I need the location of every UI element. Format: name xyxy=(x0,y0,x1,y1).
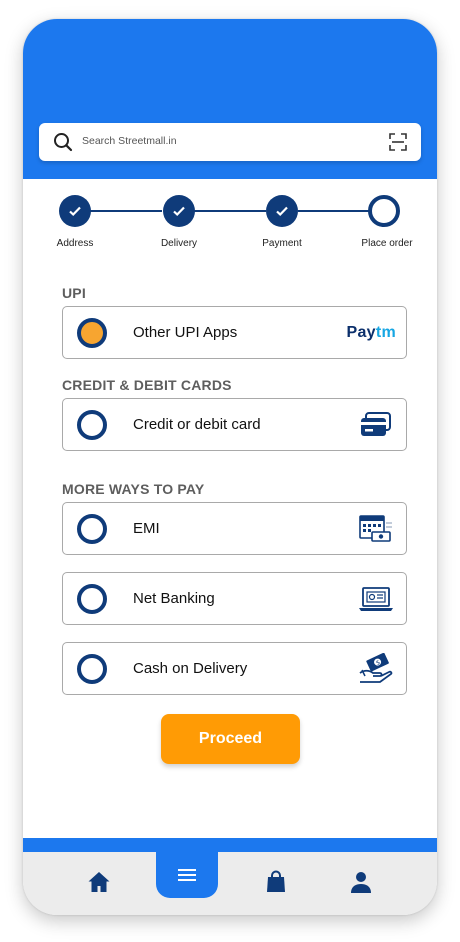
step-payment-check-icon xyxy=(266,195,298,227)
section-title-cards: CREDIT & DEBIT CARDS xyxy=(62,377,232,393)
payment-option-card[interactable]: Credit or debit card xyxy=(62,398,407,451)
option-label-card: Credit or debit card xyxy=(133,416,261,433)
payment-option-emi[interactable]: EMI xyxy=(62,502,407,555)
bottom-nav xyxy=(23,852,437,915)
nav-menu[interactable] xyxy=(156,851,218,898)
credit-card-icon xyxy=(361,412,391,436)
search-input[interactable]: Search Streetmall.in xyxy=(82,135,177,147)
nav-account[interactable] xyxy=(341,862,381,902)
nav-home[interactable] xyxy=(79,862,119,902)
radio-cod[interactable] xyxy=(77,654,107,684)
home-icon[interactable] xyxy=(87,870,111,894)
user-icon[interactable] xyxy=(349,870,373,894)
option-label-netbanking: Net Banking xyxy=(133,590,215,607)
step-label-address: Address xyxy=(56,238,94,249)
radio-card[interactable] xyxy=(77,410,107,440)
nav-top-strip xyxy=(23,838,437,852)
radio-emi[interactable] xyxy=(77,514,107,544)
bag-icon[interactable] xyxy=(265,870,287,894)
scan-icon[interactable] xyxy=(389,133,407,151)
menu-icon[interactable] xyxy=(177,867,197,883)
paytm-logo: Paytm xyxy=(346,324,396,341)
payment-option-netbanking[interactable]: Net Banking xyxy=(62,572,407,625)
laptop-bank-icon xyxy=(359,587,393,611)
radio-upi[interactable] xyxy=(77,318,107,348)
section-title-upi: UPI xyxy=(62,285,86,301)
search-icon[interactable] xyxy=(53,132,73,152)
cash-hand-icon: $ xyxy=(359,653,393,683)
step-label-delivery: Delivery xyxy=(160,238,198,249)
step-connector xyxy=(90,210,162,212)
payment-option-cod[interactable]: Cash on Delivery $ xyxy=(62,642,407,695)
phone-frame: Search Streetmall.in Address Delivery Pa… xyxy=(23,19,437,915)
step-label-place-order: Place order xyxy=(361,238,413,249)
payment-option-upi[interactable]: Other UPI Apps Paytm xyxy=(62,306,407,359)
option-label-emi: EMI xyxy=(133,520,160,537)
proceed-button[interactable]: Proceed xyxy=(161,714,300,764)
step-connector xyxy=(298,210,370,212)
search-bar[interactable]: Search Streetmall.in xyxy=(39,123,421,161)
checkout-stepper: Address Delivery Payment Place order xyxy=(23,195,437,255)
section-title-more: MORE WAYS TO PAY xyxy=(62,481,205,497)
step-delivery-check-icon xyxy=(163,195,195,227)
nav-bag[interactable] xyxy=(256,862,296,902)
option-label-upi: Other UPI Apps xyxy=(133,324,238,341)
radio-netbanking[interactable] xyxy=(77,584,107,614)
step-connector xyxy=(194,210,266,212)
step-address-check-icon xyxy=(59,195,91,227)
step-place-order-circle xyxy=(368,195,400,227)
emi-calendar-icon xyxy=(359,515,392,542)
option-label-cod: Cash on Delivery xyxy=(133,660,248,677)
step-label-payment: Payment xyxy=(262,238,302,249)
